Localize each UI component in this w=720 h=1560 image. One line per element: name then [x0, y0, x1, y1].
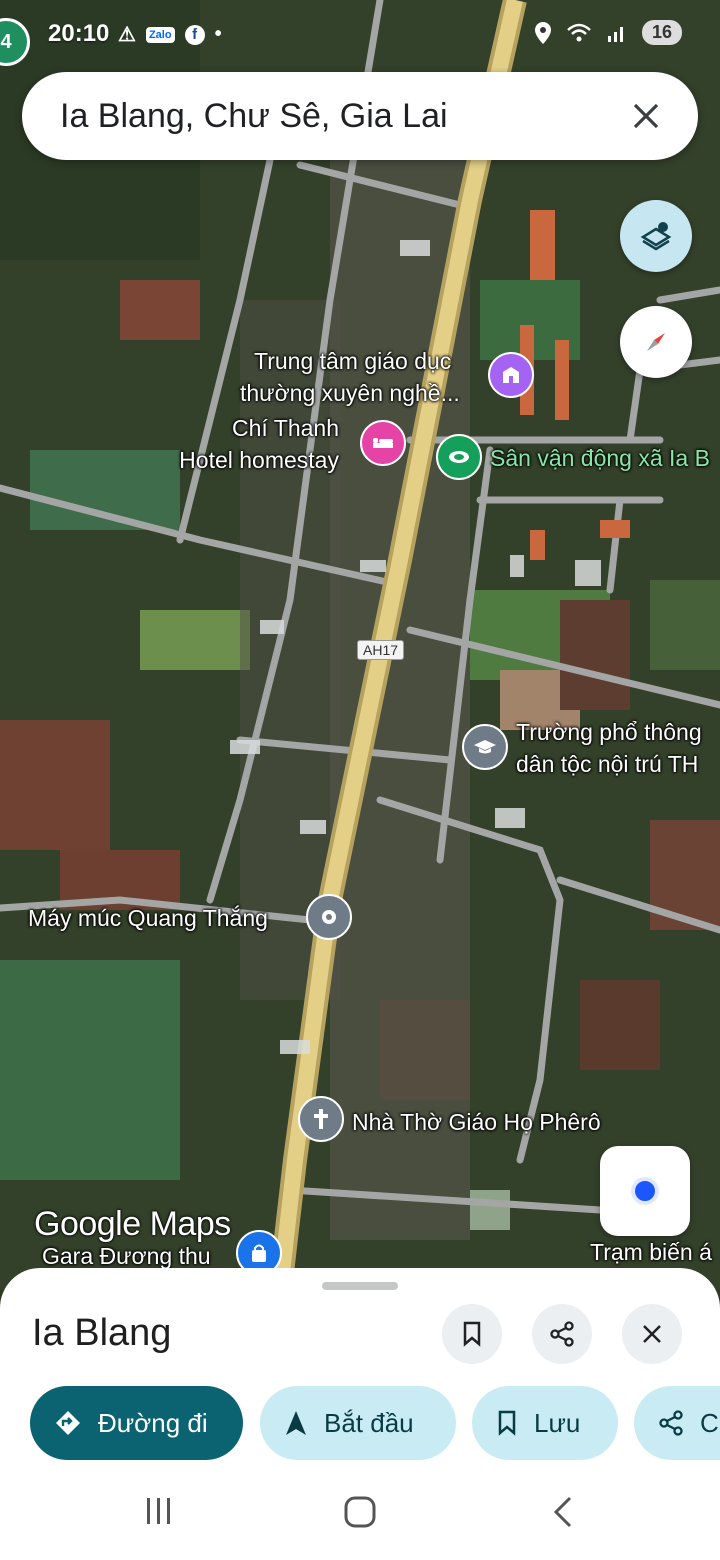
- church-cross-icon[interactable]: [298, 1096, 344, 1142]
- hotel-bed-icon[interactable]: [360, 420, 406, 466]
- poi-label[interactable]: Trung tâm giáo dục thường xuyên nghề...: [240, 345, 460, 409]
- save-bookmark-button[interactable]: [442, 1304, 502, 1364]
- share-chip-button[interactable]: C: [634, 1386, 720, 1460]
- my-location-icon: [631, 1177, 659, 1205]
- satellite-map[interactable]: Trung tâm giáo dục thường xuyên nghề... …: [0, 0, 720, 1290]
- layers-button[interactable]: [620, 200, 692, 272]
- sheet-drag-handle[interactable]: [322, 1282, 398, 1290]
- recent-apps-icon[interactable]: [142, 1494, 176, 1528]
- system-nav-bar: [0, 1470, 720, 1560]
- share-icon: [659, 1410, 683, 1436]
- place-title: Ia Blang: [32, 1312, 172, 1354]
- poi-label[interactable]: Trường phổ thông dân tộc nội trú TH: [516, 716, 702, 780]
- start-label: Bắt đầu: [324, 1407, 414, 1438]
- share-label: C: [700, 1407, 719, 1438]
- poi-name-cont: dân tộc nội trú TH: [516, 751, 699, 777]
- battery-level: 16: [641, 20, 682, 45]
- poi-name[interactable]: Nhà Thờ Giáo Họ Phêrô: [352, 1106, 601, 1138]
- wifi-icon: [567, 23, 591, 41]
- stadium-icon[interactable]: [436, 434, 482, 480]
- compass-icon: [647, 333, 665, 351]
- poi-name-cont: Hotel homestay: [179, 447, 339, 473]
- status-bar: 4 20:10 ⚠ Zalo f • 16: [0, 14, 720, 66]
- poi-name: Chí Thanh: [232, 415, 339, 441]
- close-icon: [633, 103, 659, 129]
- directions-button[interactable]: Đường đi: [30, 1386, 243, 1460]
- poi-name[interactable]: Sân vận động xã Ia B: [490, 442, 710, 474]
- close-sheet-button[interactable]: [622, 1304, 682, 1364]
- directions-icon: [56, 1411, 80, 1435]
- zalo-icon: Zalo: [145, 26, 175, 43]
- school-building-icon[interactable]: [488, 352, 534, 398]
- layers-icon: [640, 222, 672, 251]
- directions-label: Đường đi: [98, 1407, 208, 1438]
- save-chip-button[interactable]: Lưu: [472, 1386, 618, 1460]
- google-maps-logo: Google Maps: [34, 1205, 231, 1243]
- poi-name: Trường phổ thông: [516, 719, 702, 745]
- bookmark-icon: [463, 1321, 481, 1347]
- facebook-icon: f: [184, 24, 205, 45]
- close-icon: [643, 1325, 661, 1343]
- location-icon: [534, 21, 551, 44]
- back-icon[interactable]: [548, 1494, 578, 1530]
- start-navigation-button[interactable]: Bắt đầu: [260, 1386, 456, 1460]
- poi-name[interactable]: Trạm biến á: [590, 1236, 712, 1268]
- clear-search-button[interactable]: [618, 88, 674, 144]
- dot-icon: •: [214, 23, 222, 45]
- poi-name: Trung tâm giáo dục: [254, 348, 452, 374]
- poi-label[interactable]: Chí Thanh Hotel homestay: [179, 412, 339, 476]
- status-time: 20:10: [48, 20, 110, 47]
- share-icon: [550, 1321, 574, 1347]
- warning-icon: ⚠: [118, 24, 136, 46]
- road-shield-ah17: AH17: [357, 640, 405, 660]
- search-bar[interactable]: Ia Blang, Chư Sê, Gia Lai: [22, 72, 698, 160]
- my-location-button[interactable]: [600, 1146, 690, 1236]
- bookmark-icon: [498, 1410, 516, 1436]
- compass-button[interactable]: [620, 306, 692, 378]
- save-label: Lưu: [534, 1407, 581, 1438]
- poi-name-cont: thường xuyên nghề...: [240, 380, 460, 406]
- place-pin-icon[interactable]: [306, 894, 352, 940]
- graduation-cap-icon[interactable]: [462, 724, 508, 770]
- navigation-arrow-icon: [286, 1411, 306, 1435]
- signal-icon: [607, 26, 623, 42]
- share-button[interactable]: [532, 1304, 592, 1364]
- poi-name[interactable]: Máy múc Quang Thắng: [28, 902, 268, 934]
- home-icon[interactable]: [342, 1494, 378, 1530]
- search-query-text[interactable]: Ia Blang, Chư Sê, Gia Lai: [60, 97, 448, 136]
